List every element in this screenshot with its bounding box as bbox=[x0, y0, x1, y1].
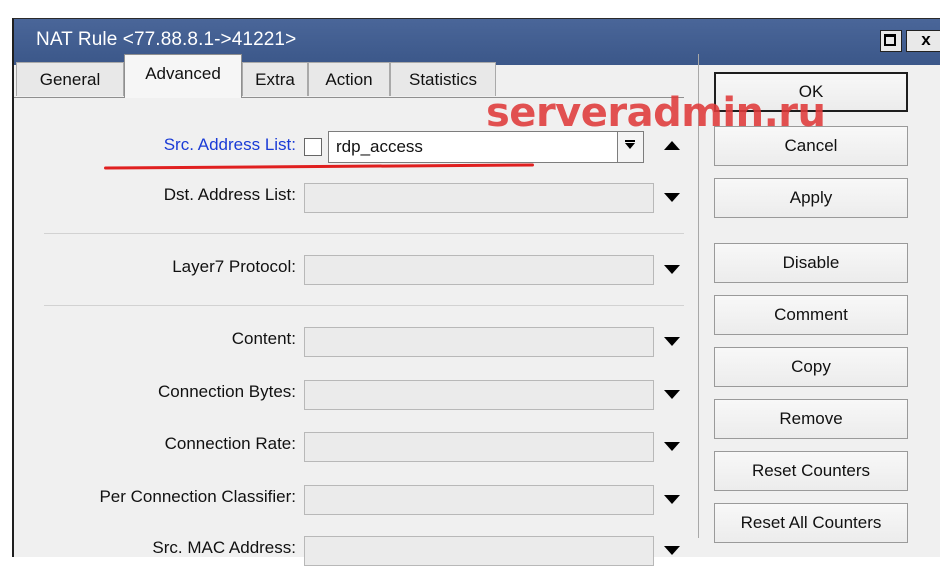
dst-address-list-input[interactable] bbox=[304, 183, 654, 213]
tab-advanced[interactable]: Advanced bbox=[124, 54, 242, 98]
connection-bytes-expand-icon[interactable] bbox=[664, 390, 680, 399]
connection-bytes-input[interactable] bbox=[304, 380, 654, 410]
close-icon[interactable]: x bbox=[906, 30, 940, 52]
layer7-protocol-label: Layer7 Protocol: bbox=[172, 257, 296, 276]
dst-address-list-row: Dst. Address List: bbox=[14, 181, 684, 215]
watermark-text: serveradmin.ru bbox=[486, 90, 826, 136]
dst-address-list-expand-icon[interactable] bbox=[664, 193, 680, 202]
layer7-protocol-row: Layer7 Protocol: bbox=[14, 253, 684, 287]
src-mac-address-label: Src. MAC Address: bbox=[152, 538, 296, 557]
remove-button[interactable]: Remove bbox=[714, 399, 908, 439]
chevron-down-icon bbox=[625, 143, 635, 149]
tab-statistics[interactable]: Statistics bbox=[390, 62, 496, 96]
src-address-list-row: Src. Address List: rdp_access bbox=[14, 131, 684, 165]
reset-counters-button[interactable]: Reset Counters bbox=[714, 451, 908, 491]
per-connection-classifier-row: Per Connection Classifier: bbox=[14, 483, 684, 517]
window-title: NAT Rule <77.88.8.1->41221> bbox=[36, 29, 297, 50]
tab-general[interactable]: General bbox=[16, 62, 124, 96]
dropdown-bar-icon bbox=[625, 140, 635, 142]
tab-action[interactable]: Action bbox=[308, 62, 390, 96]
section-separator bbox=[44, 305, 684, 306]
per-connection-classifier-label: Per Connection Classifier: bbox=[99, 487, 296, 506]
comment-button[interactable]: Comment bbox=[714, 295, 908, 335]
content-label: Content: bbox=[231, 329, 296, 348]
connection-rate-label: Connection Rate: bbox=[164, 434, 296, 453]
src-address-list-label: Src. Address List: bbox=[163, 135, 296, 154]
content-row: Content: bbox=[14, 325, 684, 359]
connection-bytes-row: Connection Bytes: bbox=[14, 378, 684, 412]
src-mac-address-input[interactable] bbox=[304, 536, 654, 566]
section-separator bbox=[44, 233, 684, 234]
copy-button[interactable]: Copy bbox=[714, 347, 908, 387]
per-connection-classifier-expand-icon[interactable] bbox=[664, 495, 680, 504]
connection-rate-input[interactable] bbox=[304, 432, 654, 462]
connection-rate-row: Connection Rate: bbox=[14, 430, 684, 464]
src-mac-address-row: Src. MAC Address: bbox=[14, 534, 684, 568]
reset-all-counters-button[interactable]: Reset All Counters bbox=[714, 503, 908, 543]
per-connection-classifier-input[interactable] bbox=[304, 485, 654, 515]
dst-address-list-label: Dst. Address List: bbox=[163, 185, 296, 204]
collapse-up-icon[interactable] bbox=[664, 141, 680, 150]
connection-bytes-label: Connection Bytes: bbox=[158, 382, 296, 401]
content-expand-icon[interactable] bbox=[664, 337, 680, 346]
src-address-list-negate-checkbox[interactable] bbox=[304, 138, 322, 156]
tab-extra[interactable]: Extra bbox=[242, 62, 308, 96]
apply-button[interactable]: Apply bbox=[714, 178, 908, 218]
content-input[interactable] bbox=[304, 327, 654, 357]
connection-rate-expand-icon[interactable] bbox=[664, 442, 680, 451]
disable-button[interactable]: Disable bbox=[714, 243, 908, 283]
src-mac-address-expand-icon[interactable] bbox=[664, 546, 680, 555]
layer7-protocol-expand-icon[interactable] bbox=[664, 265, 680, 274]
layer7-protocol-input[interactable] bbox=[304, 255, 654, 285]
maximize-icon[interactable] bbox=[880, 30, 902, 52]
